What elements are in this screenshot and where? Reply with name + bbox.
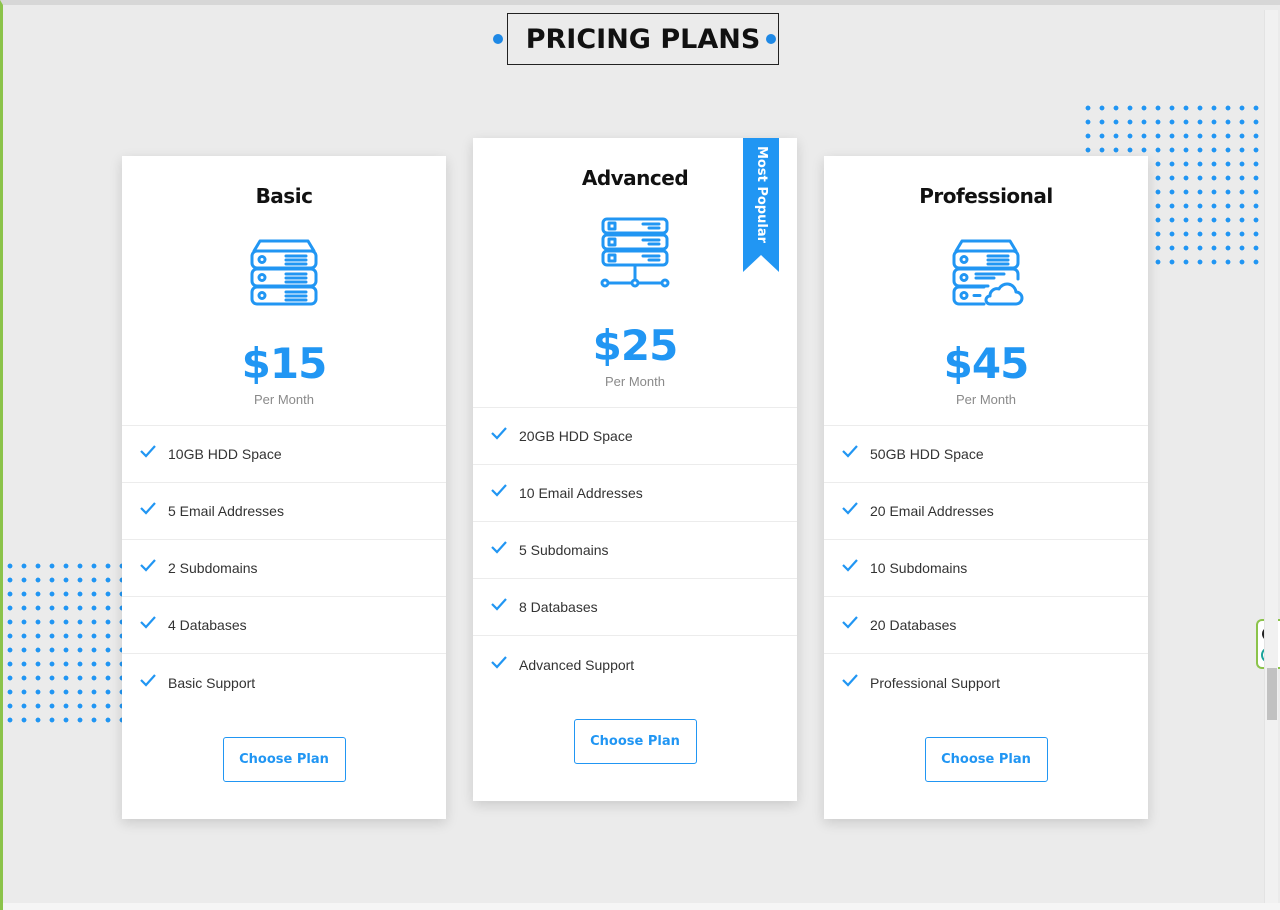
list-item: 8 Databases (473, 579, 797, 636)
list-item: Professional Support (824, 654, 1148, 711)
vertical-scrollbar[interactable] (1264, 10, 1278, 908)
check-icon (842, 673, 858, 687)
check-icon (140, 673, 156, 687)
feature-label: 5 Email Addresses (168, 503, 284, 519)
feature-label: 20GB HDD Space (519, 428, 633, 444)
list-item: 10GB HDD Space (122, 426, 446, 483)
feature-label: 5 Subdomains (519, 542, 609, 558)
check-icon (140, 616, 156, 629)
list-item: 20 Email Addresses (824, 483, 1148, 540)
check-icon (140, 559, 156, 572)
feature-label: 20 Email Addresses (870, 503, 994, 519)
choose-plan-button[interactable]: Choose Plan (573, 719, 697, 764)
feature-label: 20 Databases (870, 617, 957, 633)
bottom-edge (3, 903, 1280, 910)
check-icon (842, 616, 858, 629)
feature-label: Basic Support (168, 674, 256, 691)
feature-label: 10 Email Addresses (519, 485, 643, 501)
plan-card-professional: Professional $45 Per Month 50GB HDD Spac… (824, 156, 1148, 819)
choose-plan-button[interactable]: Choose Plan (222, 737, 346, 782)
feature-list: 50GB HDD Space 20 Email Addresses 10 Sub… (824, 425, 1148, 711)
list-item: 20 Databases (824, 597, 1148, 654)
check-icon (491, 655, 507, 669)
feature-label: 50GB HDD Space (870, 446, 984, 462)
plan-period: Per Month (956, 392, 1016, 407)
feature-list: 10GB HDD Space 5 Email Addresses 2 Subdo… (122, 425, 446, 711)
plan-price: $15 (241, 339, 328, 388)
check-icon (842, 445, 858, 458)
choose-plan-button[interactable]: Choose Plan (924, 737, 1048, 782)
list-item: 10 Subdomains (824, 540, 1148, 597)
check-icon (140, 502, 156, 515)
server-stack-icon (250, 239, 318, 306)
list-item: 4 Databases (122, 597, 446, 654)
plan-price: $45 (943, 339, 1030, 388)
plan-card-basic: Basic $15 Per Month 10GB HDD Space 5 Ema… (122, 156, 446, 819)
plan-price: $25 (592, 321, 679, 370)
list-item: 50GB HDD Space (824, 426, 1148, 483)
feature-label: 8 Databases (519, 599, 598, 615)
page-viewport: PRICING PLANS Basic $15 Per Month 10GB H… (0, 0, 1280, 910)
badge-label: Most Popular (754, 146, 769, 244)
feature-label: 10GB HDD Space (168, 446, 282, 462)
feature-label: Professional Support (870, 674, 1000, 691)
feature-label: 2 Subdomains (168, 560, 258, 576)
plan-period: Per Month (605, 374, 665, 389)
decorative-dot-grid (3, 559, 125, 731)
plan-card-advanced: Most Popular Advanced $25 Per Month 20GB… (473, 138, 797, 801)
check-icon (491, 598, 507, 611)
list-item: 5 Subdomains (473, 522, 797, 579)
feature-label: 4 Databases (168, 617, 247, 633)
check-icon (842, 502, 858, 515)
feature-list: 20GB HDD Space 10 Email Addresses 5 Subd… (473, 407, 797, 693)
server-cloud-icon (952, 239, 1024, 306)
list-item: Advanced Support (473, 636, 797, 693)
check-icon (491, 484, 507, 497)
feature-label: Advanced Support (519, 656, 635, 673)
server-network-icon (600, 217, 670, 288)
check-icon (491, 427, 507, 440)
list-item: 10 Email Addresses (473, 465, 797, 522)
check-icon (491, 541, 507, 554)
list-item: Basic Support (122, 654, 446, 711)
plan-name: Professional (919, 184, 1053, 208)
check-icon (140, 445, 156, 458)
plan-name: Basic (255, 184, 313, 208)
feature-label: 10 Subdomains (870, 560, 968, 576)
check-icon (842, 559, 858, 572)
scrollbar-thumb[interactable] (1267, 668, 1277, 720)
list-item: 20GB HDD Space (473, 408, 797, 465)
section-title: PRICING PLANS (506, 13, 780, 65)
list-item: 2 Subdomains (122, 540, 446, 597)
list-item: 5 Email Addresses (122, 483, 446, 540)
plan-period: Per Month (254, 392, 314, 407)
